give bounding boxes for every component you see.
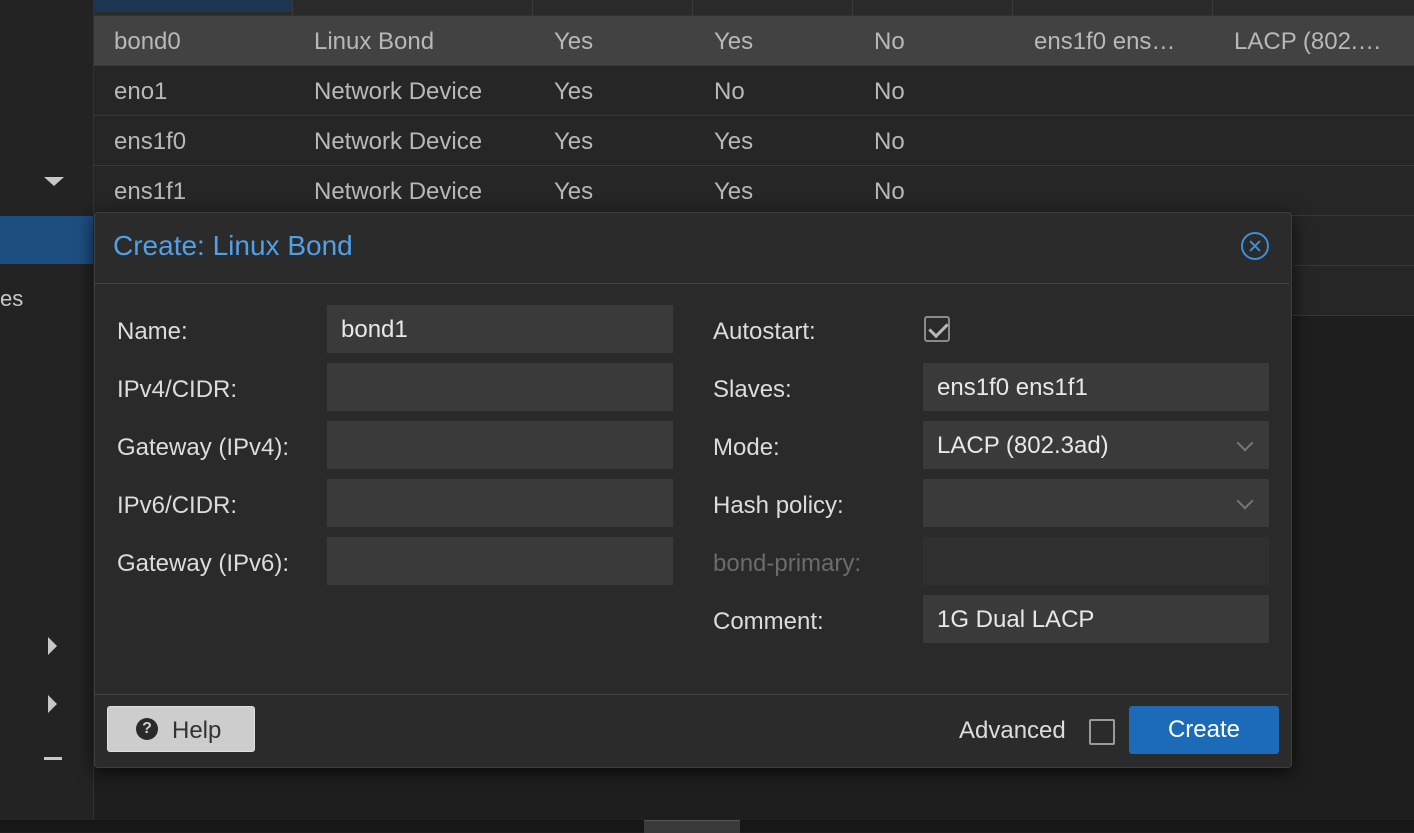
table-row[interactable]: eno1 Network Device Yes No No bbox=[94, 66, 1414, 116]
advanced-checkbox[interactable] bbox=[1089, 719, 1115, 745]
dialog-title: Create: Linux Bond bbox=[113, 230, 353, 261]
dialog-footer: ? Help Advanced Create bbox=[95, 695, 1289, 765]
panel-resize-handle[interactable] bbox=[644, 820, 740, 833]
collapsed-caret-icon[interactable] bbox=[48, 695, 57, 713]
gateway-ipv6-label: Gateway (IPv6): bbox=[117, 550, 290, 577]
ipv4-field[interactable] bbox=[327, 363, 673, 411]
sidebar-item-label: es bbox=[0, 286, 24, 311]
cell-vlan-aware: No bbox=[874, 28, 905, 55]
grid-header-cell[interactable] bbox=[94, 0, 292, 12]
gateway-ipv4-label: Gateway (IPv4): bbox=[117, 434, 290, 461]
ipv6-label: IPv6/CIDR: bbox=[117, 492, 238, 519]
bond-primary-field bbox=[923, 537, 1269, 585]
create-linux-bond-dialog: Create: Linux Bond Name: bond1 IPv4/CIDR… bbox=[94, 212, 1292, 768]
cell-autostart: No bbox=[714, 78, 745, 105]
ipv6-field[interactable] bbox=[327, 479, 673, 527]
expand-caret-icon[interactable] bbox=[44, 177, 64, 186]
help-icon: ? bbox=[136, 718, 158, 740]
slaves-label: Slaves: bbox=[713, 376, 792, 403]
hash-policy-label: Hash policy: bbox=[713, 492, 844, 519]
sidebar-selected-item[interactable] bbox=[0, 216, 93, 264]
cell-name: eno1 bbox=[114, 78, 168, 105]
cell-name: bond0 bbox=[114, 28, 181, 55]
help-button[interactable]: ? Help bbox=[107, 706, 255, 752]
cell-type: Linux Bond bbox=[314, 28, 435, 55]
chevron-down-icon[interactable] bbox=[1236, 434, 1254, 452]
comment-label: Comment: bbox=[713, 608, 824, 635]
hash-policy-select[interactable] bbox=[923, 479, 1269, 527]
mode-value: LACP (802.3ad) bbox=[937, 432, 1109, 459]
create-button[interactable]: Create bbox=[1129, 706, 1279, 754]
chevron-down-icon[interactable] bbox=[1236, 492, 1254, 510]
autostart-label: Autostart: bbox=[713, 318, 816, 345]
cell-autostart: Yes bbox=[714, 128, 754, 155]
collapsed-caret-icon[interactable] bbox=[48, 637, 57, 655]
cell-name: ens1f0 bbox=[114, 128, 187, 155]
comment-field[interactable]: 1G Dual LACP bbox=[923, 595, 1269, 643]
cell-active: Yes bbox=[554, 128, 594, 155]
cell-active: Yes bbox=[554, 178, 594, 205]
advanced-label: Advanced bbox=[959, 717, 1066, 744]
grid-header bbox=[94, 0, 1414, 16]
cell-name: ens1f1 bbox=[114, 178, 187, 205]
autostart-checkbox[interactable] bbox=[924, 316, 950, 342]
mode-select[interactable]: LACP (802.3ad) bbox=[923, 421, 1269, 469]
cell-bond-mode: LACP (802.… bbox=[1234, 28, 1382, 55]
dialog-form: Name: bond1 IPv4/CIDR: Gateway (IPv4): I… bbox=[95, 283, 1289, 695]
name-field[interactable]: bond1 bbox=[327, 305, 673, 353]
gateway-ipv6-field[interactable] bbox=[327, 537, 673, 585]
cell-autostart: Yes bbox=[714, 178, 754, 205]
slaves-field[interactable]: ens1f0 ens1f1 bbox=[923, 363, 1269, 411]
cell-vlan-aware: No bbox=[874, 78, 905, 105]
mode-label: Mode: bbox=[713, 434, 780, 461]
bond-primary-label: bond-primary: bbox=[713, 550, 862, 577]
sidebar: es bbox=[0, 0, 94, 820]
close-icon[interactable] bbox=[1241, 232, 1269, 260]
cell-vlan-aware: No bbox=[874, 128, 905, 155]
cell-autostart: Yes bbox=[714, 28, 754, 55]
cell-active: Yes bbox=[554, 28, 594, 55]
cell-ports: ens1f0 ens… bbox=[1034, 28, 1176, 55]
cell-type: Network Device bbox=[314, 128, 483, 155]
cell-type: Network Device bbox=[314, 78, 483, 105]
table-row[interactable]: ens1f1 Network Device Yes Yes No bbox=[94, 166, 1414, 216]
ipv4-label: IPv4/CIDR: bbox=[117, 376, 238, 403]
collapse-dash-icon[interactable] bbox=[44, 757, 62, 760]
cell-active: Yes bbox=[554, 78, 594, 105]
cell-type: Network Device bbox=[314, 178, 483, 205]
gateway-ipv4-field[interactable] bbox=[327, 421, 673, 469]
table-row[interactable]: ens1f0 Network Device Yes Yes No bbox=[94, 116, 1414, 166]
cell-vlan-aware: No bbox=[874, 178, 905, 205]
name-label: Name: bbox=[117, 318, 188, 345]
table-row[interactable]: bond0 Linux Bond Yes Yes No ens1f0 ens… … bbox=[94, 16, 1414, 66]
help-button-label: Help bbox=[172, 717, 222, 744]
